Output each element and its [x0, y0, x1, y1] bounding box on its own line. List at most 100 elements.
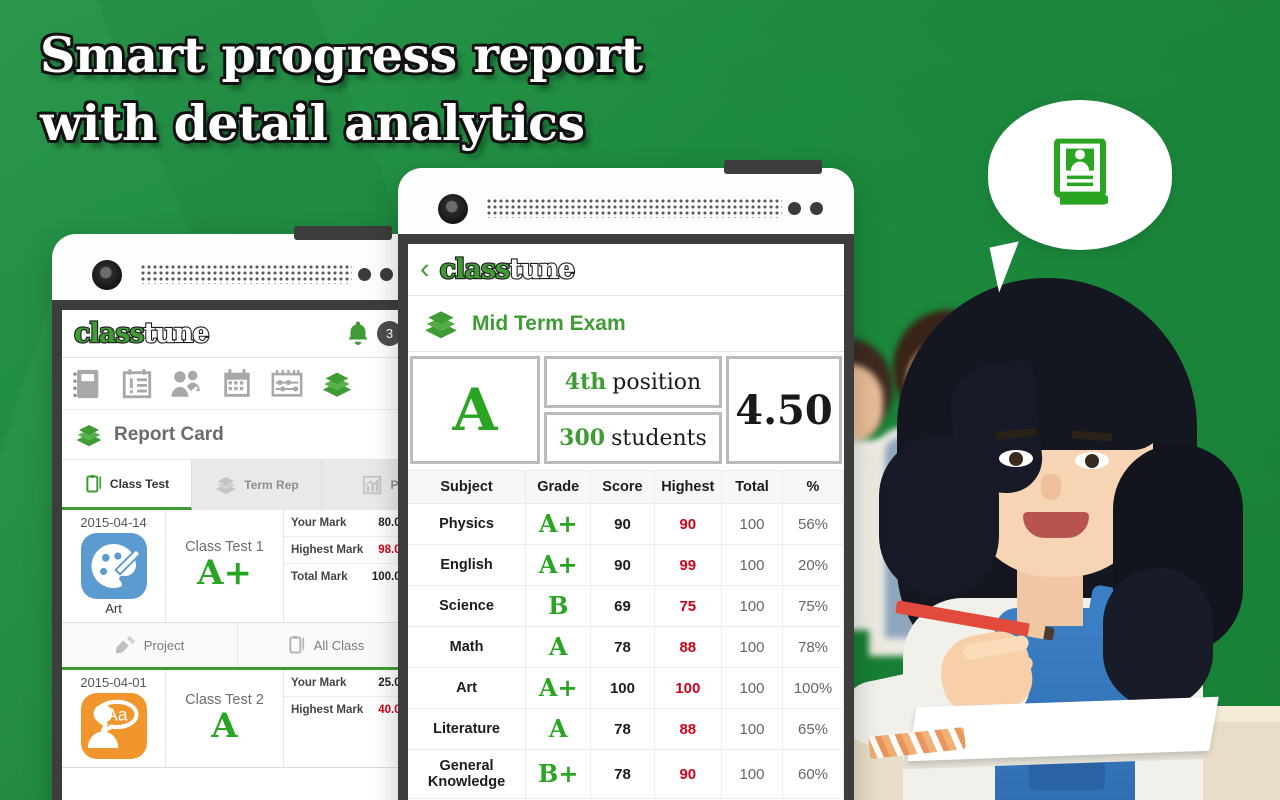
summary-middle: 4th position 300 students — [544, 356, 722, 464]
mark-label: Your Mark — [291, 517, 347, 529]
phone-bezel — [398, 160, 854, 234]
cell-grade: A — [525, 708, 592, 750]
clipboard-icon — [86, 474, 102, 492]
card-marks-cell: Your Mark 25.00 Highest Mark 40.00 — [284, 670, 414, 767]
classtune-logo: classtune — [73, 318, 211, 349]
exam-header: Mid Term Exam — [408, 296, 844, 352]
students-value: 300 — [559, 425, 606, 451]
app-header: ‹ classtune — [408, 244, 844, 296]
calendar-icon[interactable] — [220, 367, 254, 401]
cell-subject: Math — [408, 626, 527, 668]
cell-pct: 78% — [782, 626, 844, 668]
summary-cards: A 4th position 300 students 4.50 — [408, 352, 844, 470]
logo-class: class — [439, 254, 512, 285]
sensor-dots — [788, 202, 832, 215]
position-label: position — [612, 369, 702, 395]
overall-grade: A — [410, 356, 540, 464]
gradebook-icon[interactable] — [270, 367, 304, 401]
table-row[interactable]: General Knowledge B+ 78 90 100 60% — [408, 749, 844, 799]
chevron-left-icon[interactable]: ‹ — [420, 255, 430, 284]
cell-score: 90 — [590, 544, 655, 586]
tab-term-report[interactable]: Term Rep — [192, 460, 322, 510]
cell-grade: A+ — [525, 503, 592, 545]
module-icon-row — [62, 358, 414, 410]
cell-subject: Science — [408, 585, 527, 627]
tab-class-test[interactable]: Class Test — [62, 460, 192, 510]
card-grade-cell: Class Test 1 A+ — [166, 510, 284, 622]
headline-line-1: Smart progress report — [40, 26, 643, 84]
report-card-icon — [76, 424, 102, 446]
cell-total: 100 — [721, 544, 783, 586]
card-marks-cell: Your Mark 80.00 Highest Mark 98.00 Total… — [284, 510, 414, 622]
card-subject-cell: 2015-04-01 Aa — [62, 670, 166, 767]
table-row[interactable]: Science B 69 75 100 75% — [408, 585, 844, 627]
report-card-icon[interactable] — [320, 367, 354, 401]
cell-highest: 100 — [654, 667, 723, 709]
attendance-icon[interactable] — [170, 367, 204, 401]
logo-class: class — [73, 318, 146, 349]
position-card: 4th position — [544, 356, 722, 408]
subtab-all-class[interactable]: All Class — [238, 623, 414, 667]
table-row[interactable]: Math A 78 88 100 78% — [408, 626, 844, 668]
class-test-card[interactable]: 2015-04-14 Art Class Test 1 A+ Your Mark… — [62, 510, 414, 623]
speech-bubble — [988, 100, 1172, 250]
cell-score: 100 — [590, 667, 655, 709]
cell-pct: 65% — [782, 708, 844, 750]
notifications[interactable]: 3 — [343, 319, 402, 349]
primary-phone: ‹ classtune Mid Term Exam A 4th position… — [398, 160, 854, 800]
front-camera — [92, 260, 122, 290]
student-pupil — [1009, 452, 1023, 466]
logo-tune: tune — [508, 254, 576, 285]
layers-icon — [425, 310, 457, 338]
gpa-value: 4.50 — [726, 356, 842, 464]
test-grade: A — [211, 705, 238, 746]
page-title: Smart progress report with detail analyt… — [40, 22, 643, 157]
position-value: 4th — [564, 369, 607, 395]
class-test-card[interactable]: 2015-04-01 Aa Class Test 2 A Your Mark 2… — [62, 670, 414, 768]
cell-score: 90 — [590, 503, 655, 545]
speaker-grille — [140, 264, 352, 284]
table-row[interactable]: English A+ 90 99 100 20% — [408, 544, 844, 586]
cell-highest: 90 — [654, 749, 723, 799]
logo-tune: tune — [142, 318, 210, 349]
notice-icon[interactable] — [120, 367, 154, 401]
cell-subject: General Knowledge — [408, 749, 527, 799]
cell-grade: B+ — [525, 749, 592, 799]
bell-icon[interactable] — [343, 319, 373, 349]
cell-subject: English — [408, 544, 527, 586]
language-icon: Aa — [80, 693, 147, 759]
cell-highest: 88 — [654, 626, 723, 668]
earpiece-slot — [294, 226, 392, 240]
card-subtabs: Project All Class — [62, 623, 414, 670]
student-hair-curl — [879, 436, 999, 596]
cell-grade: B — [525, 585, 592, 627]
notebook-icon[interactable] — [70, 367, 104, 401]
layers-icon — [216, 477, 237, 494]
subtab-project[interactable]: Project — [62, 623, 238, 667]
col-subject: Subject — [408, 470, 527, 504]
classtune-logo: classtune — [439, 254, 577, 285]
speaker-grille — [486, 198, 782, 218]
cell-highest: 90 — [654, 503, 723, 545]
page-header: Report Card — [62, 410, 414, 460]
cell-highest: 99 — [654, 544, 723, 586]
cell-pct: 20% — [782, 544, 844, 586]
secondary-phone-screen: classtune 3 Report Card Class Test Term … — [62, 310, 414, 800]
mark-row: Your Mark 80.00 — [284, 510, 414, 537]
front-camera — [438, 194, 468, 224]
table-row[interactable]: Physics A+ 90 90 100 56% — [408, 503, 844, 545]
table-row[interactable]: Literature A 78 88 100 65% — [408, 708, 844, 750]
report-tabs: Class Test Term Rep Pro — [62, 460, 414, 510]
test-date: 2015-04-14 — [80, 515, 147, 530]
cell-score: 69 — [590, 585, 655, 627]
cell-pct: 100% — [782, 667, 844, 709]
card-subject-cell: 2015-04-14 Art — [62, 510, 166, 622]
svg-text:Aa: Aa — [105, 705, 127, 725]
cell-subject: Literature — [408, 708, 527, 750]
exam-title: Mid Term Exam — [472, 311, 626, 335]
mark-label: Highest Mark — [291, 704, 364, 716]
cell-subject: Art — [408, 667, 527, 709]
secondary-phone: classtune 3 Report Card Class Test Term … — [52, 226, 424, 800]
table-row[interactable]: Art A+ 100 100 100 100% — [408, 667, 844, 709]
cell-total: 100 — [721, 626, 783, 668]
